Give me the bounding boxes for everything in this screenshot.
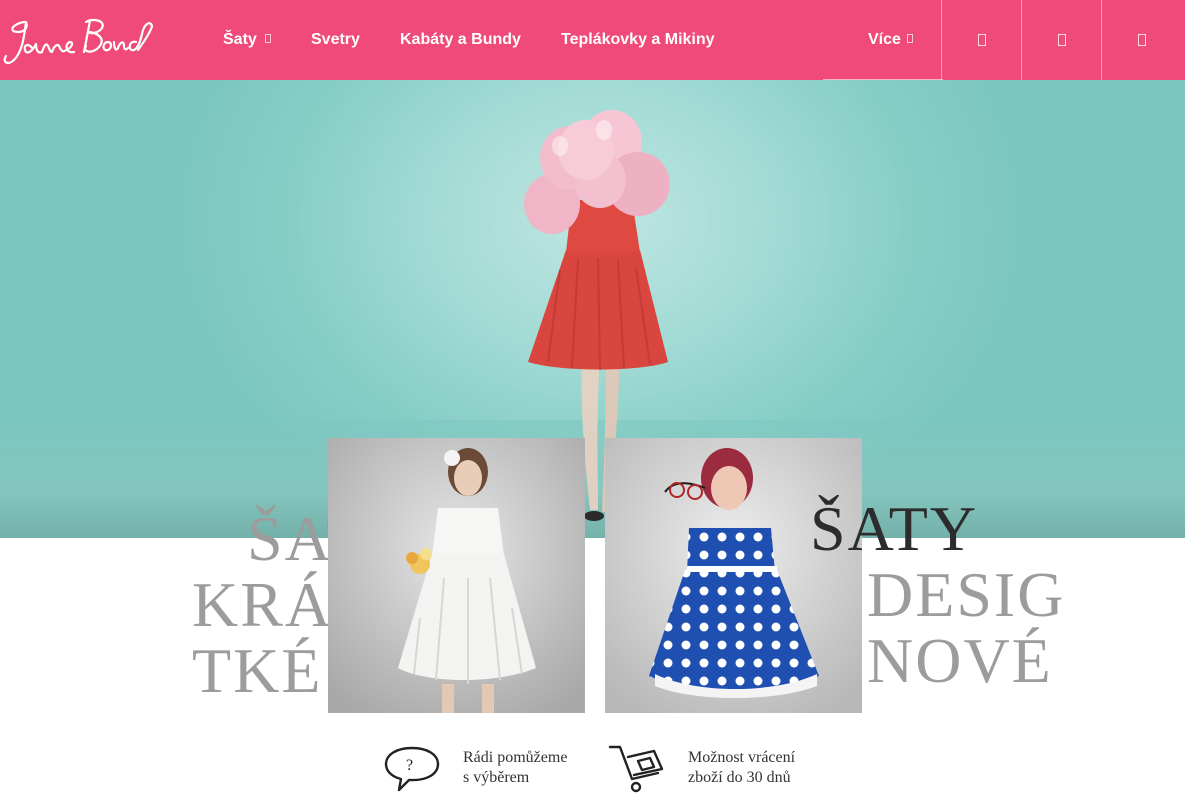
- nav-item-teplakovky-a-mikiny[interactable]: Teplákovky a Mikiny: [561, 0, 715, 80]
- category-title-designer[interactable]: ŠATY DESIG NOVÉ: [810, 496, 1065, 694]
- brand-logo[interactable]: [2, 12, 154, 68]
- feature-returns-text: Možnost vrácení zboží do 30 dnů: [688, 749, 796, 786]
- search-icon: [977, 34, 986, 46]
- nav-item-kabaty-a-bundy[interactable]: Kabáty a Bundy: [400, 0, 521, 80]
- category-card-short-dresses[interactable]: [328, 438, 585, 713]
- search-button[interactable]: [941, 0, 1021, 80]
- user-icon: [1057, 34, 1066, 46]
- nav-item-saty[interactable]: Šaty: [223, 0, 271, 80]
- hero-banner[interactable]: [0, 80, 1185, 538]
- account-button[interactable]: [1021, 0, 1101, 80]
- chevron-down-icon: [264, 34, 271, 44]
- cart-icon: [1137, 34, 1146, 46]
- question-bubble-icon: ?: [384, 746, 440, 792]
- white-dress-photo: [328, 438, 585, 713]
- nav-item-vice[interactable]: Více: [868, 0, 913, 80]
- site-header: Šaty Svetry Kabáty a Bundy Teplákovky a …: [0, 0, 1185, 80]
- cart-button[interactable]: [1101, 0, 1181, 80]
- feature-help: ? Rádi pomůžeme s výběrem: [383, 742, 567, 794]
- chevron-down-icon: [906, 34, 913, 44]
- feature-help-text: Rádi pomůžeme s výběrem: [463, 749, 568, 786]
- nav-item-svetry[interactable]: Svetry: [311, 0, 360, 80]
- page-edge: [1185, 0, 1200, 800]
- feature-returns: Možnost vrácení zboží do 30 dnů: [608, 742, 795, 794]
- svg-text:?: ?: [406, 757, 413, 774]
- cart-return-icon: [608, 745, 664, 793]
- hero-illustration: [524, 110, 670, 521]
